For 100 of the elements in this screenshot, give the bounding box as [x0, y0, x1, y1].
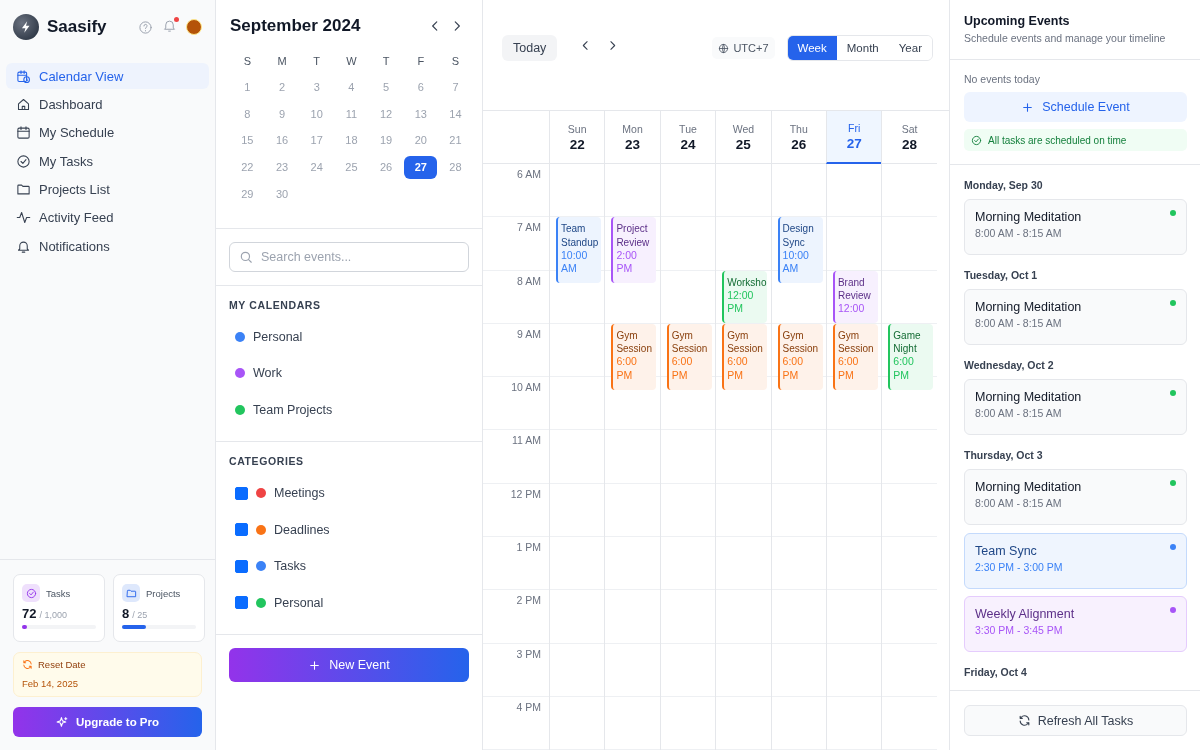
globe-icon [718, 42, 730, 54]
weekday-label: Sun [567, 122, 587, 135]
event-time: 8:00 AM - 8:15 AM [975, 227, 1063, 239]
stat-value: 72 [22, 606, 37, 621]
event-title: Brand Review [837, 275, 872, 303]
event-block[interactable]: Gym Session 6:00 PM [722, 323, 768, 390]
category-label: Deadlines [274, 522, 330, 537]
weekday-label: W [345, 54, 358, 69]
day-header[interactable]: Sun 22 [549, 111, 605, 164]
event-block[interactable]: Gym Session 6:00 PM [832, 323, 878, 390]
sparkles-icon [55, 715, 69, 729]
event-block[interactable]: Worksho 12:00 PM [722, 270, 768, 323]
weekday-label: F [416, 54, 426, 69]
event-card[interactable]: Morning Meditation 8:00 AM - 8:15 AM [964, 379, 1187, 435]
calendar-label[interactable]: Work [253, 366, 282, 381]
avatar[interactable] [186, 19, 202, 35]
weekday-label: T [381, 54, 391, 69]
event-title: Morning Meditation [975, 480, 1083, 494]
search-field[interactable]: Search events... [229, 241, 469, 272]
day-number: 24 [680, 136, 696, 152]
event-title: Gym Session [782, 328, 820, 356]
month-title: September 2024 [230, 16, 362, 36]
view-tab[interactable]: Week [787, 36, 837, 60]
panel-title: Upcoming Events [964, 14, 1071, 28]
upgrade-button[interactable]: Upgrade to Pro [13, 707, 202, 737]
nav-item[interactable]: Calendar View [6, 63, 209, 89]
refresh-button[interactable]: Refresh All Tasks [964, 705, 1187, 736]
event-title: Team Sync [975, 543, 1038, 558]
today-button[interactable]: Today [502, 35, 558, 61]
event-card[interactable]: Morning Meditation 8:00 AM - 8:15 AM [964, 199, 1187, 255]
stat-limit: / 1,000 [39, 610, 67, 620]
day-header[interactable]: Tue 24 [659, 111, 716, 164]
event-card[interactable]: Morning Meditation 8:00 AM - 8:15 AM [964, 469, 1187, 525]
category-label: Personal [274, 595, 324, 610]
date-cell[interactable]: 27 [404, 155, 438, 179]
section-heading: MY CALENDARS [229, 298, 322, 311]
event-title: Gym Session [616, 328, 653, 356]
event-card[interactable]: Weekly Alignment 3:30 PM - 3:45 PM [964, 596, 1187, 652]
event-time: 2:00 PM [616, 248, 638, 276]
event-title: Weekly Alignment [975, 607, 1076, 621]
calendar-label[interactable]: Team Projects [253, 402, 333, 417]
event-block[interactable]: Brand Review 12:00 [832, 270, 878, 323]
nav-item[interactable]: My Tasks [6, 148, 209, 175]
date-heading: Thursday, Oct 3 [964, 449, 1044, 461]
check-circle-icon [25, 587, 37, 599]
nav-item[interactable]: Dashboard [6, 91, 209, 118]
stat-value: 8 [122, 606, 130, 621]
event-time: 6:00 PM [782, 355, 804, 383]
event-block[interactable]: Project Review 2:00 PM [611, 217, 657, 284]
checkbox[interactable] [235, 486, 248, 500]
weekday-label: M [276, 54, 288, 69]
hour-label: 10 AM [511, 381, 541, 395]
schedule-event-button[interactable]: Schedule Event [964, 92, 1187, 122]
hour-label: 8 AM [517, 274, 541, 288]
event-card[interactable]: Morning Meditation 8:00 AM - 8:15 AM [964, 289, 1187, 345]
day-header[interactable]: Thu 26 [770, 111, 826, 164]
day-header[interactable]: Sat 28 [881, 111, 937, 164]
timezone-badge[interactable]: UTC+7 [712, 37, 775, 59]
folder-icon [125, 587, 137, 599]
reset-label: Reset Date [38, 659, 86, 670]
date-heading: Tuesday, Oct 1 [964, 269, 1039, 281]
nav-item[interactable]: Projects List [6, 176, 209, 203]
checkbox[interactable] [235, 559, 248, 573]
event-time: 8:00 AM - 8:15 AM [975, 317, 1063, 329]
status-text: All tasks are scheduled on time [988, 134, 1127, 146]
nav-item[interactable]: Notifications [6, 233, 209, 260]
nav-item[interactable]: My Schedule [6, 119, 209, 146]
weekday-label: T [312, 54, 322, 69]
event-block[interactable]: Gym Session 6:00 PM [777, 323, 823, 390]
event-title: Gym Session [837, 328, 875, 356]
hour-label: 7 AM [517, 221, 541, 235]
refresh-icon [22, 659, 33, 670]
day-header[interactable]: Wed 25 [715, 111, 771, 164]
event-title: Gym Session [671, 328, 709, 356]
hour-label: 2 PM [516, 594, 541, 608]
event-time: 10:00 AM [561, 248, 589, 276]
event-block[interactable]: Design Sync 10:00 AM [777, 217, 823, 284]
event-title: Morning Meditation [975, 210, 1083, 224]
event-block[interactable]: Game Night 6:00 PM [888, 323, 934, 390]
nav-item[interactable]: Activity Feed [6, 204, 209, 231]
checkbox[interactable] [235, 596, 248, 610]
hour-label: 9 AM [517, 327, 541, 341]
section-heading: CATEGORIES [229, 455, 305, 467]
new-event-button[interactable]: New Event [229, 648, 469, 682]
event-block[interactable]: Gym Session 6:00 PM [666, 323, 712, 390]
day-header[interactable]: Mon 23 [604, 111, 660, 164]
hour-label: 1 PM [516, 541, 541, 555]
calendar-icon [16, 125, 31, 141]
category-label: Meetings [274, 486, 325, 501]
plus-icon [1021, 100, 1035, 114]
hour-label: 12 PM [510, 487, 541, 501]
checkbox[interactable] [235, 523, 248, 537]
calendar-label[interactable]: Personal [253, 329, 303, 344]
day-header[interactable]: Fri 27 [825, 111, 882, 164]
day-number: 28 [902, 136, 918, 152]
event-block[interactable]: Team Standup 10:00 AM [556, 217, 601, 284]
event-block[interactable]: Gym Session 6:00 PM [611, 323, 657, 390]
timezone-label: UTC+7 [733, 42, 769, 54]
weekday-label: S [450, 54, 461, 69]
event-card[interactable]: Team Sync 2:30 PM - 3:00 PM [964, 532, 1187, 589]
